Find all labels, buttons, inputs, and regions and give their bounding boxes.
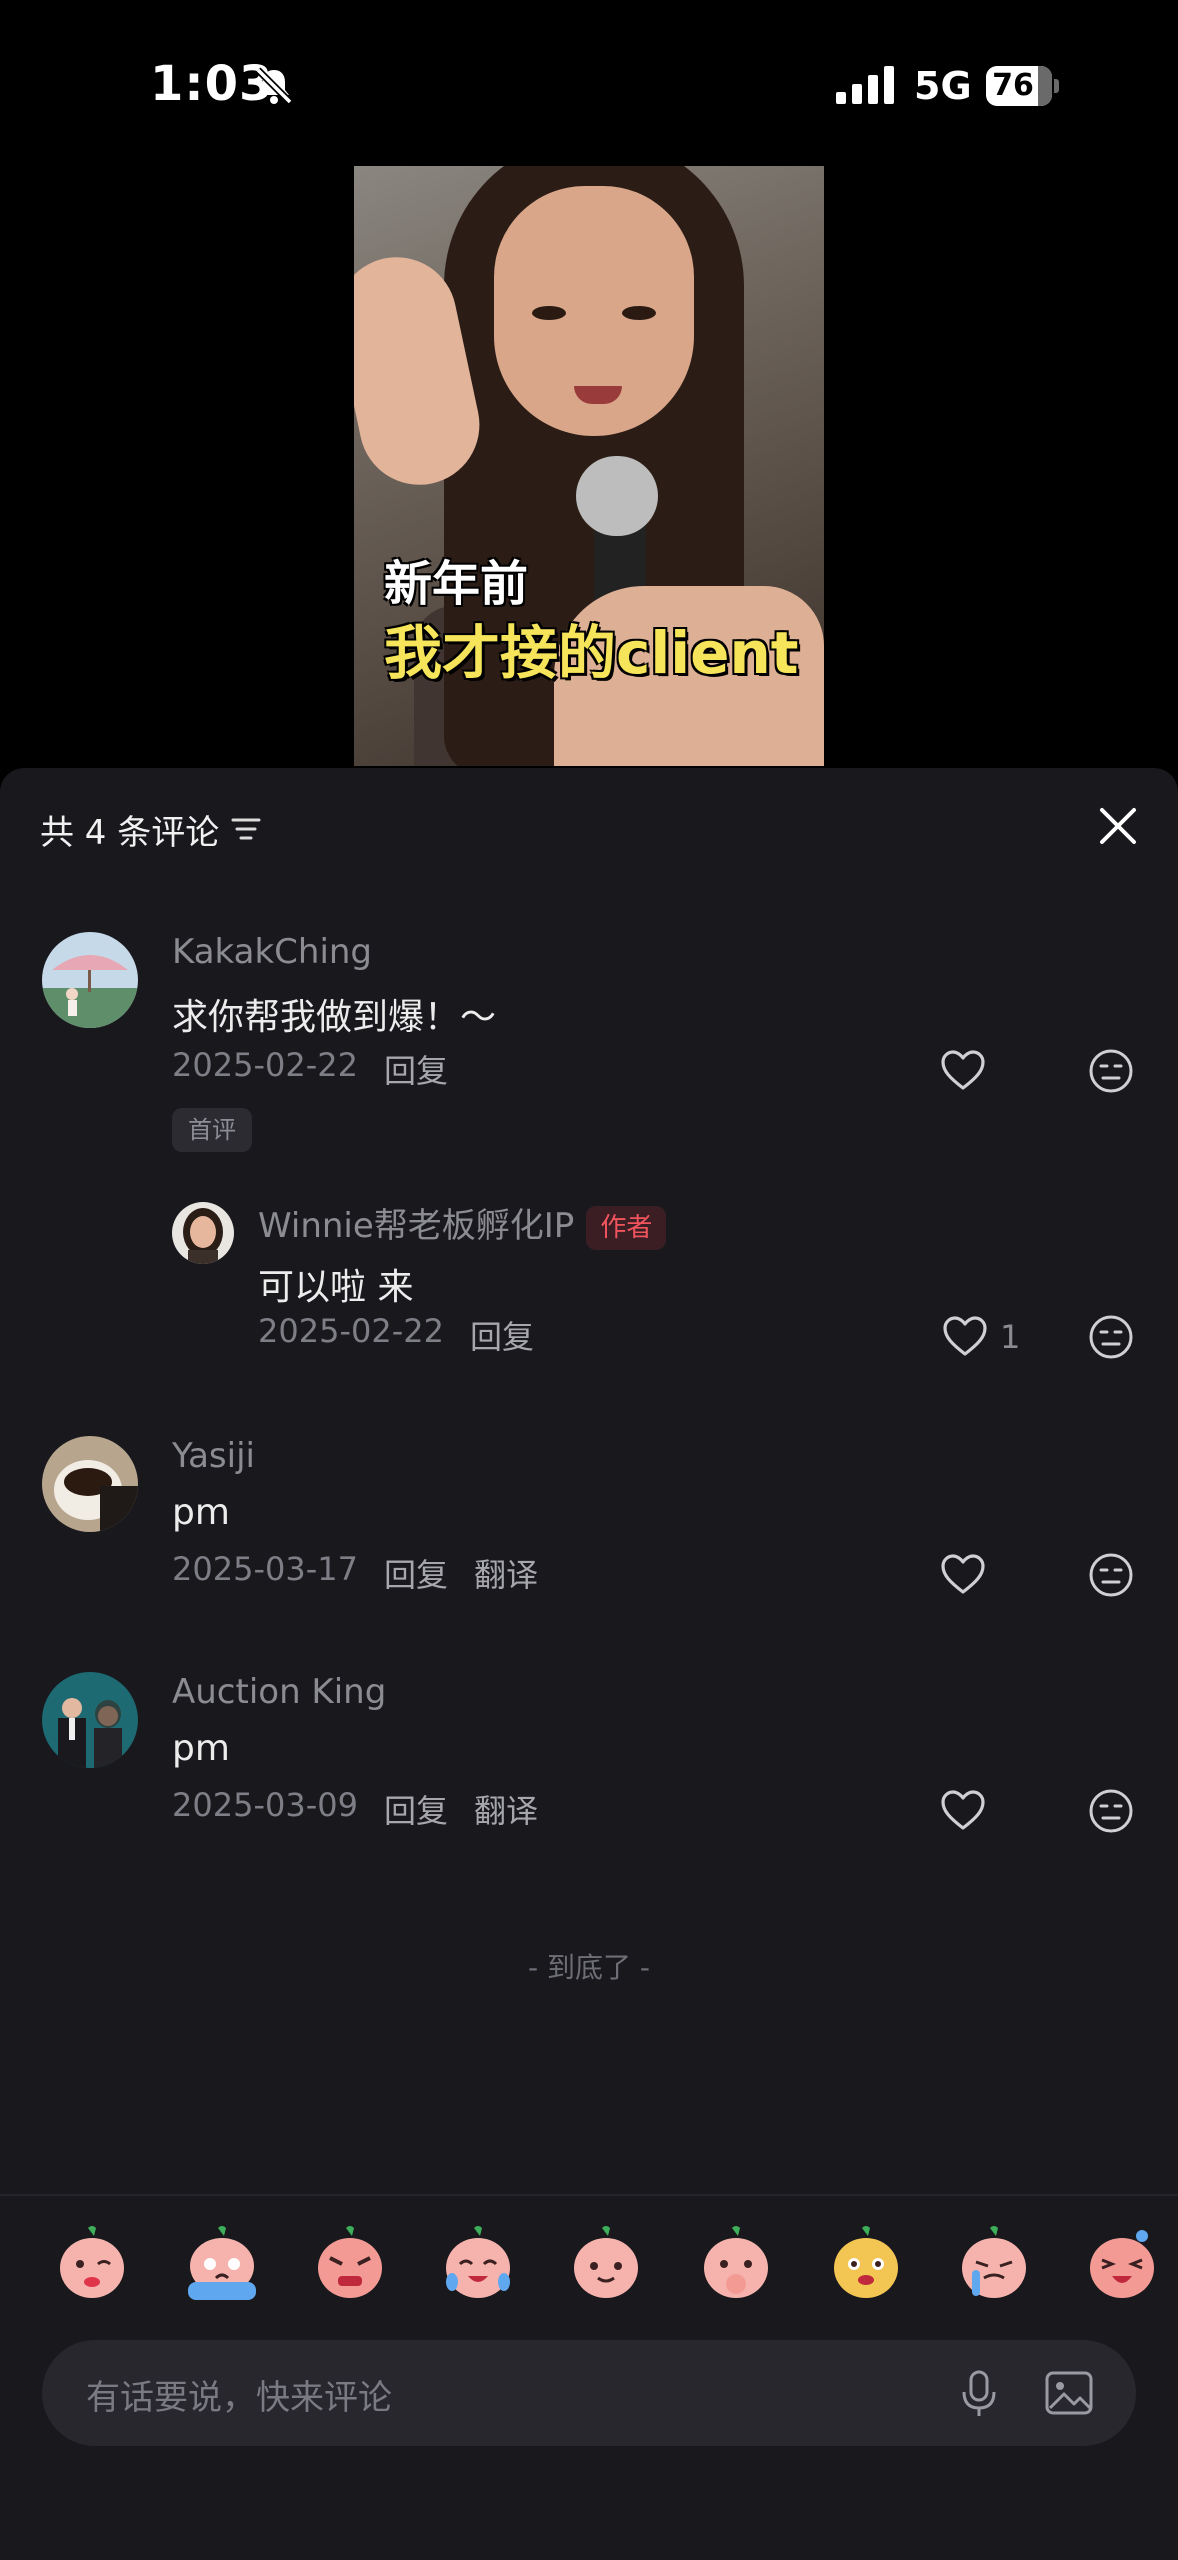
reply-button[interactable]: 回复 (384, 1786, 448, 1832)
dog-emoji-icon[interactable] (826, 2224, 906, 2304)
cellular-signal-icon (836, 66, 894, 104)
like-heart-icon[interactable] (938, 1550, 988, 1600)
author-badge: 作者 (586, 1205, 667, 1250)
comment-text: 求你帮我做到爆！～ (172, 997, 497, 1038)
avatar[interactable] (42, 1672, 138, 1768)
network-type: 5G (914, 64, 972, 108)
comment-meta: 2025-02-22 回复 (172, 1046, 448, 1092)
laugh-emoji-icon[interactable] (1082, 2224, 1162, 2304)
reply-meta: 2025-02-22 回复 (258, 1312, 534, 1358)
close-icon[interactable] (1096, 804, 1140, 848)
tears-emoji-icon[interactable] (438, 2224, 518, 2304)
image-icon[interactable] (1042, 2366, 1096, 2420)
video-player[interactable]: 新年前 我才接的client (354, 166, 824, 766)
reply-button[interactable]: 回复 (384, 1550, 448, 1596)
comment-meta: 2025-03-17 回复 翻译 (172, 1550, 538, 1596)
video-caption-line2: 我才接的client (384, 619, 799, 687)
reply-button[interactable]: 回复 (470, 1312, 534, 1358)
status-bar: 1:03 5G 76 (0, 0, 1178, 170)
comment-date: 2025-03-09 (172, 1786, 358, 1824)
comments-header: 共 4 条评论 (40, 804, 263, 854)
angry-emoji-icon[interactable] (310, 2224, 390, 2304)
reply-username-text[interactable]: Winnie帮老板孵化IP (258, 1206, 574, 1246)
avatar[interactable] (42, 1436, 138, 1532)
comment-input-placeholder: 有话要说，快来评论 (86, 2378, 392, 2418)
like-heart-icon[interactable] (938, 1786, 988, 1836)
dislike-face-icon[interactable] (1086, 1550, 1136, 1600)
battery-level: 76 (992, 68, 1034, 103)
avatar[interactable] (172, 1202, 234, 1264)
crying-emoji-icon[interactable] (182, 2224, 262, 2304)
like-heart-icon[interactable] (938, 1046, 988, 1096)
sob-emoji-icon[interactable] (954, 2224, 1034, 2304)
divider (0, 2194, 1178, 2196)
comment-date: 2025-02-22 (172, 1046, 358, 1084)
dislike-face-icon[interactable] (1086, 1786, 1136, 1836)
blush-emoji-icon[interactable] (52, 2224, 132, 2304)
comment-text: pm (172, 1492, 230, 1533)
screen: 1:03 5G 76 新年前 我才接的client 共 4 条评论 KakakC… (0, 0, 1178, 2560)
avatar[interactable] (42, 932, 138, 1028)
emoji-quick-bar (0, 2224, 1178, 2344)
like-count: 1 (1000, 1318, 1021, 1356)
reply-date: 2025-02-22 (258, 1312, 444, 1350)
reply-username: Winnie帮老板孵化IP 作者 (258, 1198, 667, 1250)
translate-button[interactable]: 翻译 (474, 1550, 538, 1596)
comment-date: 2025-03-17 (172, 1550, 358, 1588)
like-heart-icon[interactable] (940, 1312, 990, 1362)
comments-count-title: 共 4 条评论 (40, 812, 220, 853)
dislike-face-icon[interactable] (1086, 1046, 1136, 1096)
shy-emoji-icon[interactable] (696, 2224, 776, 2304)
bell-muted-icon (255, 67, 293, 105)
microphone-icon[interactable] (952, 2366, 1006, 2420)
comment-username[interactable]: KakakChing (172, 932, 372, 972)
sort-filter-icon[interactable] (229, 812, 263, 846)
reply-button[interactable]: 回复 (384, 1046, 448, 1092)
comment-input[interactable]: 有话要说，快来评论 (42, 2340, 1136, 2446)
comment-username[interactable]: Auction King (172, 1672, 386, 1712)
translate-button[interactable]: 翻译 (474, 1786, 538, 1832)
comment-text: pm (172, 1728, 230, 1769)
reply-text: 可以啦 来 (258, 1267, 414, 1308)
battery-icon: 76 (986, 66, 1059, 106)
comment-meta: 2025-03-09 回复 翻译 (172, 1786, 538, 1832)
comment-username[interactable]: Yasiji (172, 1436, 255, 1476)
smile-emoji-icon[interactable] (566, 2224, 646, 2304)
first-comment-tag: 首评 (172, 1108, 252, 1152)
end-of-list-text: - 到底了 - (527, 1951, 650, 1984)
comments-panel: 共 4 条评论 KakakChing 求你帮我做到爆！～ 2025-02-22 … (0, 768, 1178, 2560)
video-caption-line1: 新年前 (384, 556, 529, 612)
dislike-face-icon[interactable] (1086, 1312, 1136, 1362)
